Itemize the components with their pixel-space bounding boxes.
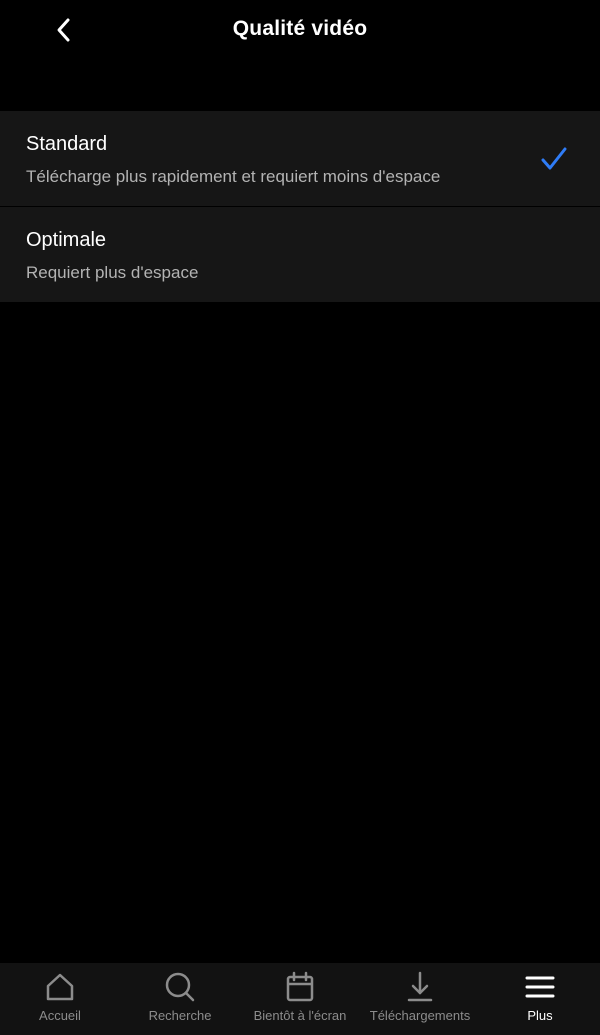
option-description: Télécharge plus rapidement et requiert m… [26, 167, 441, 186]
nav-label: Téléchargements [369, 1008, 471, 1023]
option-standard[interactable]: Standard Télécharge plus rapidement et r… [0, 111, 600, 206]
search-icon [165, 972, 195, 1002]
video-quality-screen: Qualité vidéo Standard Télécharge plus r… [0, 0, 600, 1035]
calendar-icon [286, 971, 314, 1002]
nav-label: Accueil [39, 1008, 81, 1023]
nav-label: Bientôt à l'écran [253, 1008, 347, 1023]
menu-icon [525, 976, 555, 998]
bottom-navigation: Accueil Recherche Bientôt à l'écran Télé… [0, 963, 600, 1035]
checkmark-icon [541, 147, 567, 170]
nav-label: Recherche [148, 1008, 212, 1023]
download-icon [407, 971, 433, 1002]
nav-item-plus[interactable]: Plus [480, 963, 600, 1035]
option-title: Standard [26, 133, 108, 155]
option-title: Optimale [26, 229, 107, 251]
nav-label: Plus [527, 1008, 553, 1023]
page-title: Qualité vidéo [232, 17, 368, 40]
header: Qualité vidéo [0, 0, 600, 62]
nav-item-recherche[interactable]: Recherche [120, 963, 240, 1035]
quality-options-list: Standard Télécharge plus rapidement et r… [0, 111, 600, 302]
nav-item-bientot[interactable]: Bientôt à l'écran [240, 963, 360, 1035]
nav-item-accueil[interactable]: Accueil [0, 963, 120, 1035]
nav-item-telechargements[interactable]: Téléchargements [360, 963, 480, 1035]
home-icon [46, 973, 74, 1001]
option-optimale[interactable]: Optimale Requiert plus d'espace [0, 207, 600, 302]
option-description: Requiert plus d'espace [26, 263, 199, 282]
